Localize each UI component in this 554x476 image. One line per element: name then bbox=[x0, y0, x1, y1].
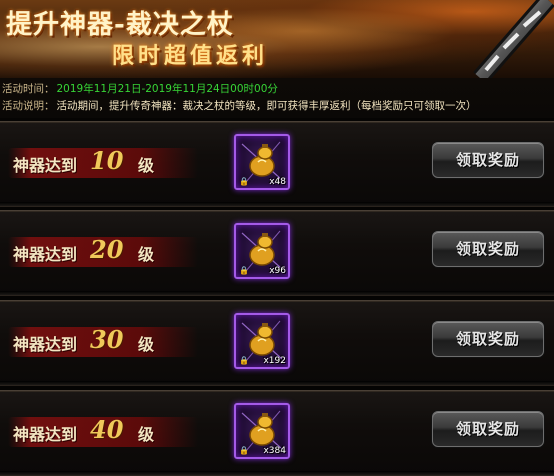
tier-suffix: 级 bbox=[138, 425, 155, 444]
event-time-label: 活动时间： bbox=[2, 83, 55, 95]
reward-tier-30: 神器达到 30 级 🔒 x192 领取奖励 bbox=[0, 300, 554, 386]
item-quantity: x192 bbox=[263, 356, 286, 366]
item-quantity: x96 bbox=[269, 266, 286, 276]
tier-level-number: 20 bbox=[90, 235, 124, 264]
reward-tier-40: 神器达到 40 级 🔒 x384 领取奖励 bbox=[0, 390, 554, 476]
item-quantity: x48 bbox=[269, 177, 286, 187]
tier-prefix: 神器达到 bbox=[13, 156, 78, 175]
tier-requirement: 神器达到 40 级 bbox=[8, 415, 198, 447]
lock-icon: 🔒 bbox=[239, 356, 249, 365]
tier-level-number: 10 bbox=[90, 146, 124, 175]
claim-reward-button[interactable]: 领取奖励 bbox=[432, 321, 544, 357]
reward-item-slot[interactable]: 🔒 x192 bbox=[234, 313, 290, 369]
event-desc-value: 活动期间，提升传奇神器：裁决之杖的等级，即可获得丰厚返利（每档奖励只可领取一次） bbox=[56, 100, 477, 112]
staff-weapon-icon bbox=[473, 0, 554, 78]
reward-item-slot[interactable]: 🔒 x96 bbox=[234, 223, 290, 279]
lock-icon: 🔒 bbox=[239, 446, 249, 455]
tier-prefix: 神器达到 bbox=[13, 245, 78, 264]
lock-icon: 🔒 bbox=[239, 266, 249, 275]
claim-reward-button[interactable]: 领取奖励 bbox=[432, 231, 544, 267]
lock-icon: 🔒 bbox=[239, 177, 249, 186]
tier-prefix: 神器达到 bbox=[13, 425, 78, 444]
tier-requirement: 神器达到 20 级 bbox=[8, 235, 198, 267]
reward-tier-10: 神器达到 10 级 🔒 x48 领取奖励 bbox=[0, 121, 554, 207]
tier-requirement: 神器达到 10 级 bbox=[8, 146, 198, 178]
claim-reward-button[interactable]: 领取奖励 bbox=[432, 411, 544, 447]
tier-level-number: 30 bbox=[90, 325, 124, 354]
tier-level-number: 40 bbox=[90, 415, 124, 444]
event-time-value: 2019年11月21日-2019年11月24日00时00分 bbox=[56, 83, 278, 95]
event-time-row: 活动时间： 2019年11月21日-2019年11月24日00时00分 bbox=[2, 81, 278, 96]
reward-item-slot[interactable]: 🔒 x48 bbox=[234, 134, 290, 190]
event-title: 提升神器-裁决之杖 bbox=[6, 10, 234, 40]
event-subtitle: 限时超值返利 bbox=[112, 43, 269, 69]
tier-prefix: 神器达到 bbox=[13, 335, 78, 354]
tier-suffix: 级 bbox=[138, 335, 155, 354]
event-desc-label: 活动说明： bbox=[2, 100, 55, 112]
reward-item-slot[interactable]: 🔒 x384 bbox=[234, 403, 290, 459]
item-quantity: x384 bbox=[263, 446, 286, 456]
tier-requirement: 神器达到 30 级 bbox=[8, 325, 198, 357]
event-desc-row: 活动说明： 活动期间，提升传奇神器：裁决之杖的等级，即可获得丰厚返利（每档奖励只可… bbox=[2, 98, 477, 113]
claim-reward-button[interactable]: 领取奖励 bbox=[432, 142, 544, 178]
event-banner: 提升神器-裁决之杖 限时超值返利 bbox=[0, 0, 554, 78]
tier-suffix: 级 bbox=[138, 245, 155, 264]
event-info-panel: 活动时间： 2019年11月21日-2019年11月24日00时00分 活动说明：… bbox=[0, 78, 554, 118]
reward-tier-20: 神器达到 20 级 🔒 x96 领取奖励 bbox=[0, 210, 554, 296]
tier-suffix: 级 bbox=[138, 156, 155, 175]
